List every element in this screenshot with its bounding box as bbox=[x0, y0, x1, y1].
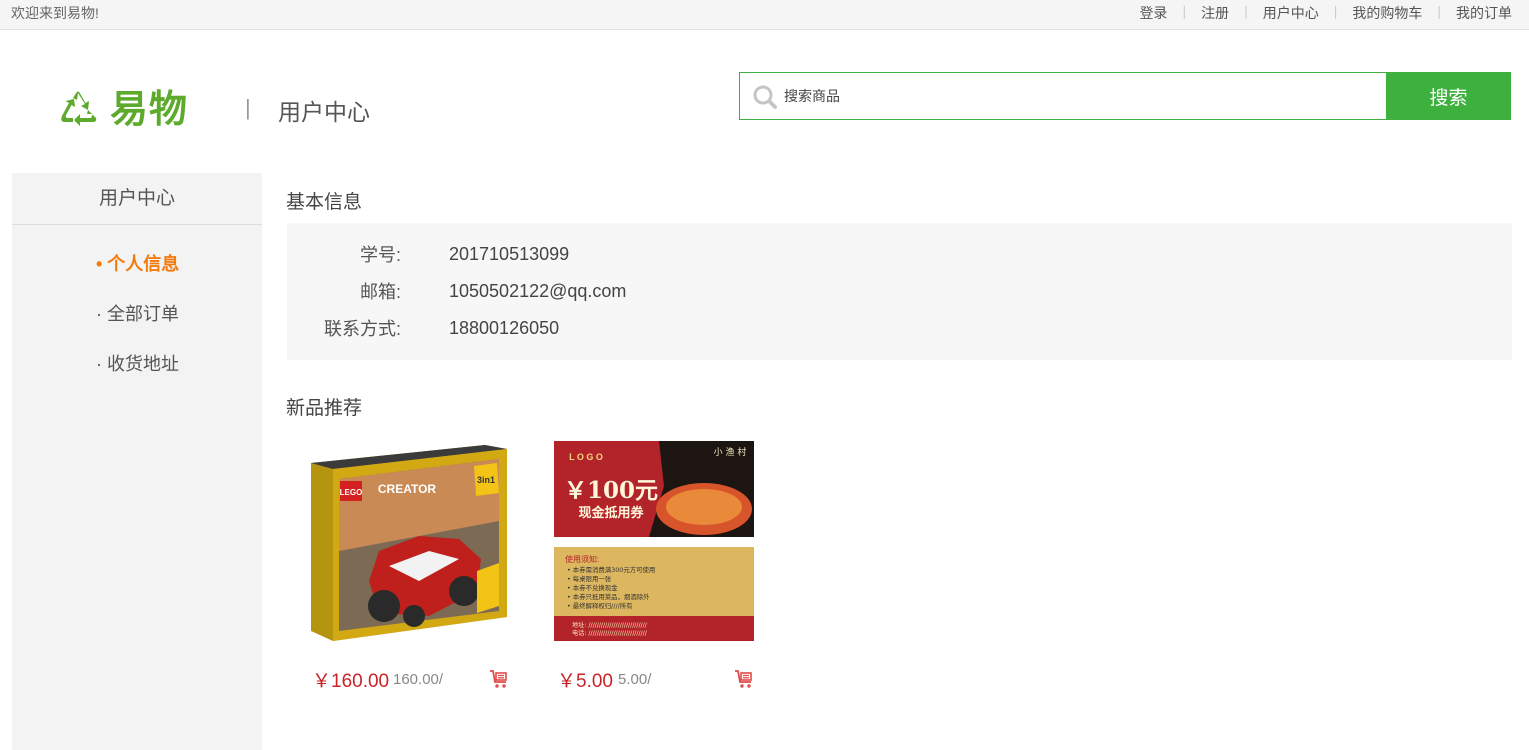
coupon-notice-line: • 本券需消费满300元方可使用 bbox=[567, 565, 655, 574]
price-row: ￥160.00 160.00/ bbox=[309, 666, 519, 692]
info-row-email: 邮箱: 1050502122@qq.com bbox=[287, 279, 626, 303]
cart-icon[interactable] bbox=[734, 669, 754, 689]
product-card[interactable]: 小 渔 村 L O G O ￥100元 现金抵用券 使用须知: • 本券需消费满… bbox=[554, 441, 764, 692]
price-row: ￥5.00 5.00/ bbox=[554, 666, 764, 692]
sidebar-item-all-orders[interactable]: · 全部订单 bbox=[12, 289, 262, 339]
register-link[interactable]: 注册 bbox=[1201, 3, 1229, 23]
my-cart-link[interactable]: 我的购物车 bbox=[1352, 3, 1422, 23]
login-link[interactable]: 登录 bbox=[1139, 3, 1167, 23]
sidebar-title: 用户中心 bbox=[12, 173, 262, 225]
info-value: 1050502122@qq.com bbox=[449, 280, 627, 301]
info-row-phone: 联系方式: 18800126050 bbox=[287, 316, 559, 340]
info-label: 学号: bbox=[359, 245, 401, 265]
site-logo[interactable]: 易物 bbox=[58, 88, 188, 132]
product-original-price: 5.00/ bbox=[618, 671, 652, 688]
info-value: 18800126050 bbox=[449, 317, 560, 338]
nav-divider: | bbox=[1244, 3, 1248, 19]
product-card[interactable]: LEGO CREATOR 3in1 ￥160.00 160.00/ bbox=[309, 441, 519, 692]
logo-text: 易物 bbox=[110, 89, 189, 131]
info-label: 邮箱: bbox=[359, 282, 401, 302]
top-bar: 欢迎来到易物! 登录 | 注册 | 用户中心 | 我的购物车 | 我的订单 bbox=[0, 0, 1529, 30]
search-button[interactable]: 搜索 bbox=[1386, 72, 1511, 120]
new-products-title: 新品推荐 bbox=[286, 398, 363, 419]
cart-icon[interactable] bbox=[489, 669, 509, 689]
coupon-subtitle-text: 现金抵用券 bbox=[578, 505, 644, 521]
coupon-address-text: 地址: //////////////////////////// bbox=[572, 621, 648, 629]
info-value: 201710513099 bbox=[449, 243, 570, 264]
coupon-logo-text: L O G O bbox=[569, 452, 603, 462]
nav-divider: | bbox=[1182, 3, 1187, 19]
product-original-price: 160.00/ bbox=[393, 671, 444, 688]
nav-divider: | bbox=[1333, 3, 1338, 19]
product-image[interactable]: LEGO CREATOR 3in1 bbox=[309, 441, 509, 641]
product-price: ￥160.00 bbox=[312, 671, 390, 692]
coupon-shop-text: 小 渔 村 bbox=[714, 446, 747, 458]
top-nav: 登录 | 注册 | 用户中心 | 我的购物车 | 我的订单 bbox=[1139, 3, 1512, 23]
lego-line-text: CREATOR bbox=[378, 482, 437, 496]
sidebar-menu: • 个人信息 · 全部订单 · 收货地址 bbox=[12, 225, 262, 389]
my-orders-link[interactable]: 我的订单 bbox=[1456, 3, 1512, 23]
coupon-amount-text: ￥100元 bbox=[564, 477, 658, 504]
info-label: 联系方式: bbox=[323, 319, 401, 339]
coupon-notice-title: 使用须知: bbox=[565, 554, 599, 564]
recycle-icon bbox=[61, 91, 97, 126]
coupon-phone-text: 电话: //////////////////////////// bbox=[572, 629, 648, 637]
search-input[interactable] bbox=[784, 73, 1386, 119]
header-divider: | bbox=[245, 95, 251, 120]
page-title: 用户中心 bbox=[278, 99, 370, 125]
welcome-text: 欢迎来到易物! bbox=[11, 5, 99, 21]
coupon-notice-line: • 本券不兑换现金 bbox=[567, 583, 618, 592]
search-icon bbox=[740, 73, 784, 119]
product-image[interactable]: 小 渔 村 L O G O ￥100元 现金抵用券 使用须知: • 本券需消费满… bbox=[554, 441, 754, 641]
sidebar-item-shipping-address[interactable]: · 收货地址 bbox=[12, 339, 262, 389]
lego-brand-text: LEGO bbox=[340, 488, 363, 497]
lego-badge-text: 3in1 bbox=[477, 475, 495, 485]
nav-divider: | bbox=[1437, 3, 1441, 19]
sidebar: 用户中心 • 个人信息 · 全部订单 · 收货地址 bbox=[12, 173, 262, 750]
info-row-student-id: 学号: 201710513099 bbox=[287, 242, 569, 266]
basic-info-title: 基本信息 bbox=[286, 192, 363, 213]
search-bar: 搜索 bbox=[739, 72, 1511, 120]
user-center-link[interactable]: 用户中心 bbox=[1263, 3, 1319, 23]
coupon-notice-line: • 本券只抵用菜品，烟酒除外 bbox=[567, 592, 650, 601]
coupon-notice-line: • 每桌限用一张 bbox=[567, 574, 612, 583]
sidebar-item-personal-info[interactable]: • 个人信息 bbox=[12, 239, 262, 289]
coupon-notice-line: • 最终解释权归////所有 bbox=[567, 601, 633, 610]
basic-info-panel: 学号: 201710513099 邮箱: 1050502122@qq.com 联… bbox=[287, 223, 1512, 360]
product-price: ￥5.00 bbox=[557, 671, 613, 692]
